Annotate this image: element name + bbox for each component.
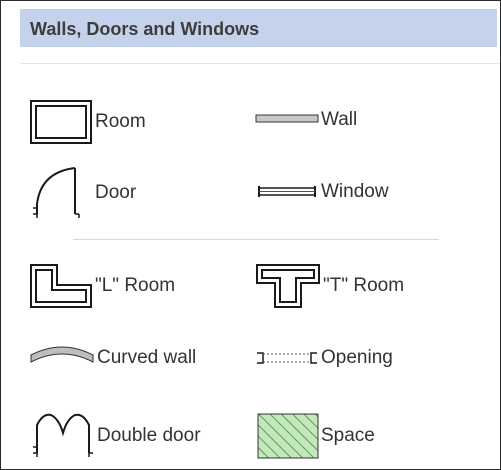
- stencil-title: Walls, Doors and Windows: [30, 19, 260, 39]
- shape-t-room[interactable]: "T" Room: [255, 263, 404, 309]
- space-icon: [257, 413, 319, 459]
- section-divider: [73, 239, 439, 240]
- shape-label: Opening: [321, 347, 393, 368]
- stencil-header[interactable]: Walls, Doors and Windows: [20, 9, 497, 47]
- stencil-panel: Walls, Doors and Windows Room Wall Door: [0, 0, 501, 470]
- wall-icon: [255, 114, 319, 123]
- double-door-icon: [33, 413, 93, 457]
- shape-label: Door: [95, 182, 137, 203]
- shape-opening[interactable]: Opening: [255, 347, 393, 369]
- shape-label: Room: [95, 111, 146, 132]
- shape-label: "T" Room: [323, 275, 405, 296]
- shape-room[interactable]: Room: [29, 99, 146, 145]
- shape-label: Window: [321, 181, 389, 202]
- shape-door[interactable]: Door: [31, 164, 136, 222]
- room-icon: [30, 100, 92, 144]
- window-icon: [258, 186, 316, 197]
- shape-window[interactable]: Window: [255, 181, 389, 203]
- l-room-icon: [30, 264, 92, 308]
- shape-label: Curved wall: [97, 347, 197, 368]
- curved-wall-icon: [30, 346, 94, 363]
- shape-l-room[interactable]: "L" Room: [29, 263, 175, 309]
- opening-icon: [257, 352, 317, 364]
- t-room-icon: [256, 264, 320, 308]
- shape-curved-wall[interactable]: Curved wall: [29, 343, 196, 373]
- door-icon: [33, 167, 80, 218]
- shape-double-door[interactable]: Double door: [31, 411, 201, 461]
- shape-label: Wall: [321, 109, 358, 130]
- shape-label: Double door: [97, 425, 201, 446]
- shape-space[interactable]: Space: [257, 413, 375, 459]
- header-divider: [20, 63, 500, 64]
- shape-wall[interactable]: Wall: [255, 109, 357, 131]
- shape-label: "L" Room: [95, 275, 176, 296]
- shape-label: Space: [321, 425, 375, 446]
